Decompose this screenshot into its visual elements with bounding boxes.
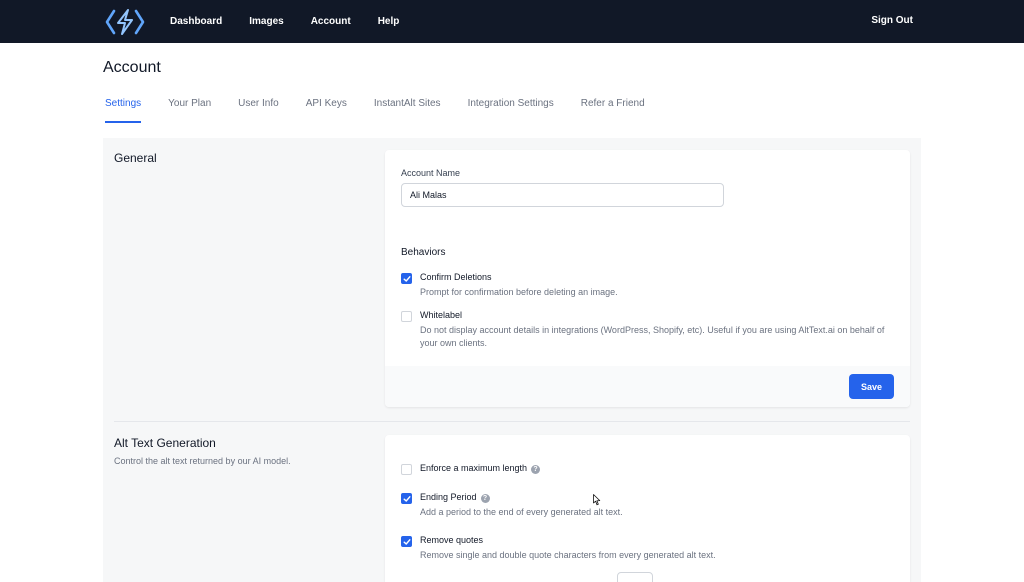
checkmark-icon	[403, 496, 411, 502]
tab-api-keys[interactable]: API Keys	[306, 92, 347, 123]
question-circle-icon[interactable]: ?	[531, 465, 541, 474]
nav-images[interactable]: Images	[249, 16, 283, 27]
remove-quotes-desc: Remove single and double quote character…	[420, 550, 716, 560]
checkmark-icon	[403, 276, 411, 282]
tab-refer-a-friend[interactable]: Refer a Friend	[581, 92, 645, 123]
general-card-footer: Save	[385, 366, 910, 407]
whitelabel-label: Whitelabel	[420, 310, 463, 320]
section-divider	[114, 421, 910, 422]
question-circle-icon[interactable]: ?	[480, 494, 490, 503]
ending-period-desc: Add a period to the end of every generat…	[420, 507, 623, 517]
whitelabel-desc: Do not display account details in integr…	[420, 325, 885, 348]
ending-period-label-wrap: Ending Period?	[420, 492, 490, 503]
tab-settings[interactable]: Settings	[105, 92, 142, 123]
max-length-label-wrap: Enforce a maximum length?	[420, 463, 541, 474]
main-nav: Dashboard Images Account Help	[170, 0, 426, 43]
tab-integration-settings[interactable]: Integration Settings	[468, 92, 554, 123]
tab-your-plan[interactable]: Your Plan	[168, 92, 211, 123]
max-length-label: Enforce a maximum length	[420, 463, 528, 473]
page-title: Account	[103, 59, 161, 76]
partial-select[interactable]	[617, 572, 653, 582]
account-tabs: Settings Your Plan User Info API Keys In…	[103, 92, 921, 123]
confirm-deletions-checkbox[interactable]	[401, 273, 412, 284]
general-card: Account Name Behaviors Confirm Deletions…	[385, 150, 910, 407]
mouse-cursor-icon	[593, 494, 601, 506]
nav-dashboard[interactable]: Dashboard	[170, 16, 222, 27]
checkmark-icon	[403, 539, 411, 545]
max-length-checkbox[interactable]	[401, 464, 412, 475]
sign-out-link[interactable]: Sign Out	[871, 15, 913, 26]
behaviors-title: Behaviors	[401, 247, 446, 258]
lightning-bolt-icon[interactable]	[105, 8, 145, 36]
alt-text-section-title: Alt Text Generation	[114, 436, 216, 450]
tab-user-info[interactable]: User Info	[238, 92, 279, 123]
general-section-title: General	[114, 151, 157, 165]
nav-account[interactable]: Account	[311, 16, 351, 27]
ending-period-label: Ending Period	[420, 492, 477, 502]
alt-text-card: Enforce a maximum length? Ending Period?…	[385, 435, 910, 582]
remove-quotes-label: Remove quotes	[420, 535, 484, 545]
account-name-label: Account Name	[401, 168, 461, 178]
nav-help[interactable]: Help	[378, 16, 400, 27]
whitelabel-checkbox[interactable]	[401, 311, 412, 322]
ending-period-checkbox[interactable]	[401, 493, 412, 504]
save-button[interactable]: Save	[849, 374, 894, 399]
alt-text-section-desc: Control the alt text returned by our AI …	[114, 456, 291, 466]
confirm-deletions-desc: Prompt for confirmation before deleting …	[420, 287, 618, 297]
account-name-input[interactable]	[401, 183, 724, 207]
remove-quotes-checkbox[interactable]	[401, 536, 412, 547]
top-navbar: Dashboard Images Account Help Sign Out	[0, 0, 1024, 43]
confirm-deletions-label: Confirm Deletions	[420, 272, 492, 282]
tab-instantalt-sites[interactable]: InstantAlt Sites	[374, 92, 441, 123]
